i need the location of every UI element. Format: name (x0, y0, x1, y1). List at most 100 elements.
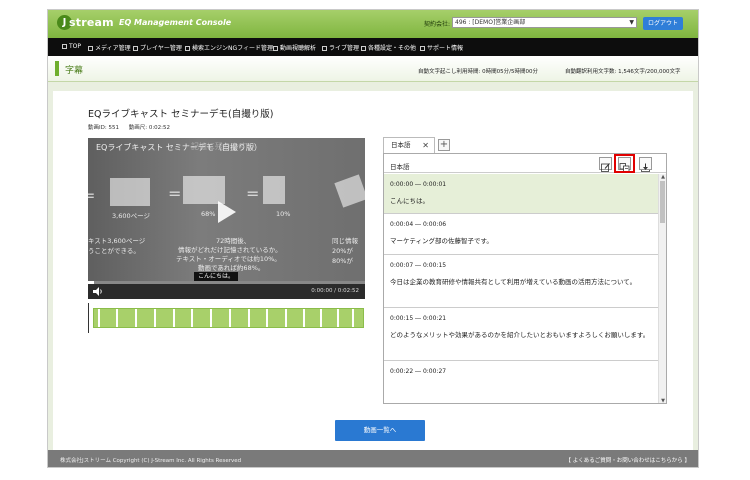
play-icon[interactable] (211, 198, 239, 226)
slide-number-left: 3,600ページ (112, 212, 150, 220)
timeline-marker[interactable] (352, 309, 354, 327)
subtitle-cue[interactable]: 0:00:04 ― 0:00:06 マーケティング部の佐藤智子です。 (384, 214, 658, 255)
slide-text-left-1: キスト3,600ページ (88, 237, 146, 245)
subtitle-cue[interactable]: 0:00:15 ― 0:00:21 どのようなメリットや効果があるのかを紹介した… (384, 308, 658, 361)
cue-time: 0:00:15 ― 0:00:21 (390, 315, 447, 322)
checkbox-icon (420, 46, 425, 51)
add-language-button[interactable]: + (438, 139, 450, 151)
subtitle-cue[interactable]: 0:00:00 ― 0:00:01 こんにちは。 (384, 174, 658, 214)
nav-item-settings[interactable]: 各種設定・その他 (361, 43, 416, 52)
jstream-logo[interactable]: J stream (57, 15, 114, 32)
video-id: 動画ID: 551 (88, 125, 119, 131)
video-title: EQライブキャスト セミナーデモ(自撮り版) (88, 109, 274, 120)
checkbox-icon (88, 46, 93, 51)
checkbox-icon (322, 46, 327, 51)
nav-item-media[interactable]: メディア管理 (88, 43, 131, 52)
main-content: EQライブキャスト セミナーデモ(自撮り版) 動画ID: 551 動画尺: 0:… (53, 91, 693, 450)
subtitle-cue[interactable]: 0:00:07 ― 0:00:15 今日は企業の教育研修や情報共有として利用が増… (384, 255, 658, 308)
timeline-marker[interactable] (210, 309, 212, 327)
player-title: EQライブキャスト セミナーデモ（自撮り版） 記憶に残りやすい (96, 142, 262, 152)
translation-usage: 自動翻訳利用文字数: 1,546文字/200,000文字 (565, 69, 681, 75)
timeline-marker[interactable] (266, 309, 268, 327)
company-select[interactable]: 496 : [DEMO]営業企画部 ▼ (452, 17, 637, 28)
download-icon (641, 163, 650, 172)
video-duration: 動画尺: 0:02:52 (128, 125, 171, 131)
timeline-marker[interactable] (154, 309, 156, 327)
transcription-usage: 自動文字起こし利用時間: 0時間05分/5時間00分 (418, 69, 538, 75)
subtitle-cue[interactable]: 0:00:22 ― 0:00:27 (384, 361, 658, 403)
player-controls: 0:00:00 / 0:02:52 (88, 284, 365, 299)
timeline-marker[interactable] (303, 309, 305, 327)
title-accent-bar (55, 61, 59, 76)
scroll-down-icon[interactable]: ▼ (659, 398, 666, 403)
video-meta: 動画ID: 551 動画尺: 0:02:52 (88, 123, 178, 131)
cue-time: 0:00:22 ― 0:00:27 (390, 368, 447, 375)
subtitle-timeline[interactable] (88, 303, 364, 333)
edit-button[interactable] (599, 157, 612, 172)
tab-japanese[interactable]: 日本語 ✕ (383, 137, 435, 153)
checkbox-icon (273, 46, 278, 51)
subtitle-scrollbar[interactable]: ▲ ▼ (658, 174, 666, 403)
timeline-marker[interactable] (337, 309, 339, 327)
caption-overlay: こんにちは。 (194, 272, 239, 281)
timeline-marker[interactable] (320, 309, 322, 327)
close-icon[interactable]: ✕ (422, 138, 429, 153)
download-button[interactable] (639, 157, 652, 172)
contact-link[interactable]: 【 よくあるご質問・お問い合わせはこちらから 】 (566, 456, 691, 464)
logout-button[interactable]: ログアウト (643, 17, 683, 30)
cue-text: こんにちは。 (390, 197, 429, 205)
timeline-marker[interactable] (248, 309, 250, 327)
slide-text-mid-4: 動画であれば約68%。 (198, 264, 265, 272)
timeline-marker[interactable] (116, 309, 118, 327)
audio-doc-icon (263, 176, 285, 204)
timeline-marker[interactable] (229, 309, 231, 327)
checkbox-icon (62, 44, 67, 49)
scroll-up-icon[interactable]: ▲ (659, 174, 666, 180)
logo-text: stream (69, 16, 114, 29)
cue-text: マーケティング部の佐藤智子です。 (390, 237, 493, 245)
timeline-marker[interactable] (135, 309, 137, 327)
player-title-ghost: 記憶に残りやすい (191, 142, 255, 151)
equals-sign: = (88, 186, 95, 205)
nav-item-live[interactable]: ライブ管理 (322, 43, 359, 52)
nav-item-player[interactable]: プレイヤー管理 (133, 43, 182, 52)
nav-item-seo-feed[interactable]: 検索エンジンNGフィード管理 (185, 43, 273, 52)
timeline-marker[interactable] (173, 309, 175, 327)
chevron-down-icon: ▼ (629, 19, 634, 26)
slide-text-right-1: 同じ情報 (332, 237, 358, 245)
checkbox-icon (361, 46, 366, 51)
subtitle-panel-header: 日本語 (384, 154, 666, 173)
slide-percent-right: 10% (276, 210, 291, 218)
back-to-list-button[interactable]: 動画一覧へ (335, 420, 425, 441)
book-icon (334, 174, 365, 208)
app-title: EQ Management Console (119, 18, 232, 27)
timeline-marker[interactable] (285, 309, 287, 327)
video-player[interactable]: = 3,600ページ = 68% = 10% キスト3,600ページ うことがで… (88, 138, 365, 299)
checkbox-icon (133, 46, 138, 51)
checkbox-icon (185, 46, 190, 51)
cue-time: 0:00:07 ― 0:00:15 (390, 262, 447, 269)
timeline-marker[interactable] (98, 309, 100, 327)
timeline-marker[interactable] (191, 309, 193, 327)
cue-text: どのようなメリットや効果があるのかを紹介したいとおもいますよろしくお願いします。 (390, 331, 650, 339)
timeline-track (93, 308, 364, 328)
slide-text-right-2: 20%が (332, 247, 353, 255)
nav-item-top[interactable]: TOP (62, 43, 81, 50)
volume-icon[interactable] (93, 287, 103, 296)
nav-item-support[interactable]: サポート情報 (420, 43, 463, 52)
slide-text-left-2: うことができる。 (88, 247, 140, 255)
cue-text: 今日は企業の教育研修や情報共有として利用が増えている動画の活用方法について。 (390, 278, 637, 286)
nav-item-analytics[interactable]: 動画視聴解析 (273, 43, 316, 52)
page-subheader: 字幕 自動文字起こし利用時間: 0時間05分/5時間00分 自動翻訳利用文字数:… (48, 56, 698, 82)
cue-time: 0:00:04 ― 0:00:06 (390, 221, 447, 228)
scrollbar-thumb[interactable] (660, 181, 665, 223)
page-footer: 株式会社Jストリーム Copyright (C) J-Stream Inc. A… (48, 450, 698, 467)
main-nav: TOP メディア管理 プレイヤー管理 検索エンジンNGフィード管理 動画視聴解析… (48, 38, 698, 56)
highlight-box (614, 154, 635, 173)
equals-sign: = (168, 184, 182, 203)
company-select-value: 496 : [DEMO]営業企画部 (455, 19, 526, 26)
document-icon (110, 178, 150, 206)
console-frame: J stream EQ Management Console 契約会社: 496… (47, 9, 699, 468)
subtitle-cue-list[interactable]: 0:00:00 ― 0:00:01 こんにちは。 0:00:04 ― 0:00:… (384, 174, 658, 403)
panel-language: 日本語 (390, 163, 410, 171)
